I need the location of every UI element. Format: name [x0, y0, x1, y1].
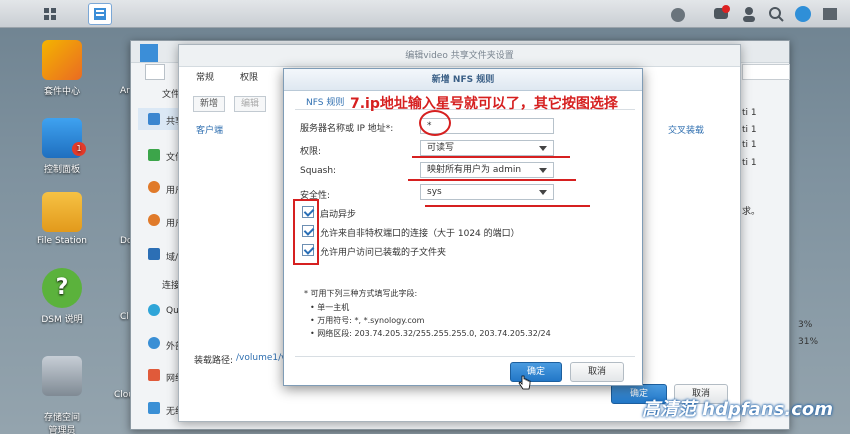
package-center-icon	[42, 40, 82, 80]
nonprivileged-ports-label: 允许来自非特权端口的连接（大于 1024 的端口）	[320, 229, 520, 239]
storage-icon	[42, 356, 82, 396]
share-icon	[148, 113, 160, 125]
desktop-icon-label: 存储空间 管理员	[43, 413, 80, 434]
pilot-view-icon[interactable]	[820, 4, 840, 24]
desktop-icon-control-panel[interactable]: 1 控制面板	[22, 118, 102, 175]
control-panel-icon: 1	[42, 118, 86, 158]
domain-icon	[148, 248, 160, 260]
footer-divider	[295, 356, 635, 357]
column-client[interactable]: 客户端	[196, 123, 223, 136]
badge-count: 1	[72, 142, 86, 156]
chevron-down-icon	[539, 146, 547, 151]
subfolder-access-label: 允许用户访问已装载的子文件夹	[320, 248, 447, 258]
highlight-underline	[425, 205, 590, 207]
notification-icon[interactable]	[711, 4, 731, 24]
sidebar-item[interactable]: 域/	[166, 250, 178, 263]
file-service-icon	[148, 149, 160, 161]
sidebar-item[interactable]: Qu	[166, 306, 179, 316]
table-cell: ti 1	[742, 108, 757, 118]
squash-select[interactable]: 映射所有用户为 admin	[420, 162, 554, 178]
usage-value: 3%	[798, 320, 813, 330]
async-label: 启动异步	[320, 210, 357, 220]
help-item-text: 单一主机	[317, 303, 350, 312]
user-icon	[148, 181, 160, 193]
cloud-icon[interactable]	[668, 4, 688, 24]
highlight-underline	[408, 179, 576, 181]
desktop-icon-label: DSM 说明	[41, 315, 83, 325]
tab-nfs-rule[interactable]: NFS 规则	[306, 95, 344, 108]
chevron-down-icon	[539, 190, 547, 195]
external-access-icon	[148, 337, 160, 349]
usage-value: 31%	[798, 337, 819, 347]
chevron-down-icon	[539, 168, 547, 173]
permission-select[interactable]: 可读写	[420, 140, 554, 156]
folder-icon	[42, 192, 82, 232]
mount-path-label: 装载路径:	[194, 356, 234, 366]
network-icon	[148, 369, 160, 381]
help-item-text: 网络区段: 203.74.205.32/255.255.255.0, 203.7…	[317, 329, 551, 338]
taskbar-control-panel[interactable]	[88, 3, 112, 25]
help-title: * 可用下列三种方式填写此字段:	[304, 289, 418, 298]
permission-label: 权限:	[300, 147, 322, 157]
quickconnect-icon	[148, 304, 160, 316]
dialog-title: 新增 NFS 规则	[284, 69, 642, 91]
desktop-icon-storage-manager[interactable]: 存储空间 管理员	[22, 346, 102, 434]
watermark: 高清范 hdpfans.com	[642, 399, 833, 420]
wireless-icon	[148, 402, 160, 414]
desktop-icon-dsm-help[interactable]: ? DSM 说明	[22, 268, 102, 325]
hand-cursor-icon	[518, 375, 531, 390]
table-cell: 求。	[742, 207, 761, 217]
home-icon[interactable]	[145, 64, 165, 80]
squash-label: Squash:	[300, 166, 337, 176]
window-title: 编辑video 共享文件夹设置	[179, 45, 740, 67]
permission-value: 可读写	[427, 143, 455, 153]
security-select[interactable]: sys	[420, 184, 554, 200]
tab-permissions[interactable]: 权限	[240, 70, 258, 83]
desktop-icon-label: 控制面板	[43, 165, 80, 175]
column-cross-mount[interactable]: 交叉装载	[668, 123, 704, 136]
dialog-cancel-button[interactable]: 取消	[570, 362, 624, 382]
search-icon[interactable]	[766, 4, 786, 24]
control-panel-icon	[140, 44, 158, 62]
search-field[interactable]	[742, 64, 790, 80]
table-cell: ti 1	[742, 140, 757, 150]
help-item: • 单一主机	[310, 303, 350, 312]
mount-path-value: /volume1/vi	[236, 353, 289, 363]
help-item-text: 万用符号: *, *.synology.com	[317, 316, 425, 325]
desktop-icon-file-station[interactable]: File Station	[22, 192, 102, 246]
table-cell: ti 1	[742, 125, 757, 135]
help-item: • 万用符号: *, *.synology.com	[310, 316, 425, 325]
partial-icon-label: Ar	[120, 86, 130, 96]
desktop-icon-package-center[interactable]: 套件中心	[22, 40, 102, 97]
desktop-icon-label: File Station	[37, 236, 87, 246]
table-cell: ti 1	[742, 158, 757, 168]
partial-icon-label: Cl	[120, 312, 129, 322]
help-icon: ?	[42, 268, 82, 308]
tab-general[interactable]: 常规	[196, 70, 214, 83]
widgets-icon[interactable]	[793, 4, 813, 24]
taskbar	[0, 0, 850, 28]
desktop-icon-label: 套件中心	[43, 87, 80, 97]
grid-icon	[44, 8, 56, 20]
highlight-underline	[412, 156, 570, 158]
server-label: 服务器名称或 IP 地址*:	[300, 124, 394, 134]
control-panel-icon	[94, 8, 106, 20]
add-button[interactable]: 新增	[193, 96, 226, 112]
security-value: sys	[427, 187, 442, 197]
group-icon	[148, 214, 160, 226]
highlight-ellipse	[419, 110, 451, 136]
edit-button[interactable]: 编辑	[234, 96, 267, 112]
squash-value: 映射所有用户为 admin	[427, 165, 522, 175]
main-menu-button[interactable]	[38, 3, 62, 25]
highlight-rect	[293, 199, 319, 265]
user-icon[interactable]	[739, 4, 759, 24]
tutorial-annotation: 7.ip地址输入星号就可以了，其它按图选择	[350, 96, 618, 112]
help-item: • 网络区段: 203.74.205.32/255.255.255.0, 203…	[310, 329, 551, 338]
